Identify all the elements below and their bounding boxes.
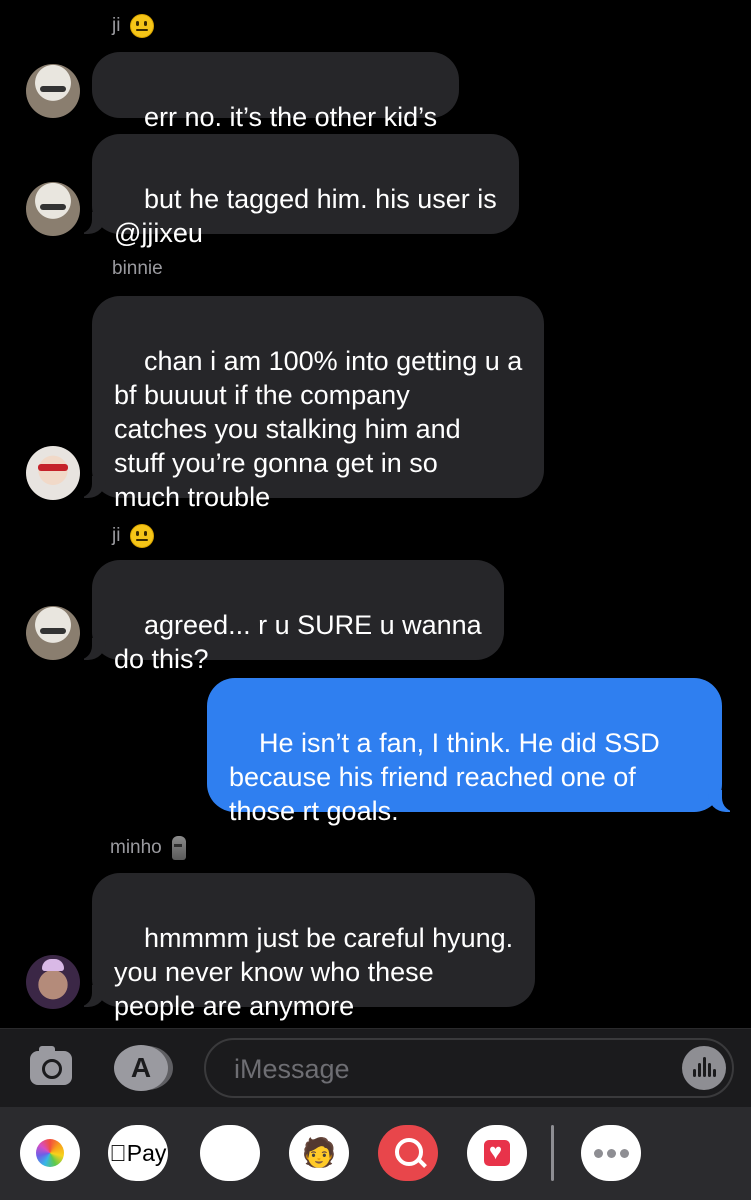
- message-text: but he tagged him. his user is @jjixeu: [114, 184, 497, 248]
- image-search-icon[interactable]: [378, 1125, 438, 1181]
- sender-label: ji: [112, 524, 155, 548]
- message-bubble[interactable]: agreed... r u SURE u wanna do this?: [92, 560, 504, 674]
- moai-emoji-icon: [171, 836, 186, 860]
- message-text: He isn’t a fan, I think. He did SSD beca…: [229, 728, 660, 826]
- app-store-icon[interactable]: A: [114, 1045, 168, 1091]
- outgoing-message-bubble[interactable]: He isn’t a fan, I think. He did SSD beca…: [207, 678, 722, 826]
- avatar-ji[interactable]: [26, 64, 80, 118]
- sender-label: ji: [112, 14, 155, 38]
- messages-screen: ji err no. it’s the other kid’s but he t…: [0, 0, 751, 1200]
- message-bubble[interactable]: chan i am 100% into getting u a bf buuuu…: [92, 296, 545, 512]
- sender-name: minho: [110, 837, 162, 859]
- animoji-icon[interactable]: 🐵: [200, 1125, 260, 1181]
- neutral-face-emoji-icon: [130, 524, 155, 548]
- more-icon[interactable]: [581, 1125, 641, 1181]
- tray-divider: [551, 1125, 554, 1181]
- photos-icon[interactable]: [20, 1125, 80, 1181]
- bubble-tail: [74, 472, 106, 498]
- sender-label: minho: [110, 836, 186, 860]
- neutral-face-emoji-icon: [130, 14, 155, 38]
- avatar-ji[interactable]: [26, 182, 80, 236]
- apple-pay-label: Pay: [110, 1140, 167, 1166]
- camera-icon[interactable]: [30, 1046, 72, 1085]
- sender-name: ji: [112, 15, 121, 37]
- bubble-tail: [74, 208, 106, 234]
- compose-bar: A iMessage: [0, 1028, 751, 1107]
- message-bubble[interactable]: err no. it’s the other kid’s: [92, 52, 460, 132]
- message-text: agreed... r u SURE u wanna do this?: [114, 610, 482, 674]
- message-text: hmmmm just be careful hyung. you never k…: [114, 923, 514, 1021]
- message-bubble[interactable]: hmmmm just be careful hyung. you never k…: [92, 873, 536, 1021]
- message-text: chan i am 100% into getting u a bf buuuu…: [114, 346, 523, 512]
- message-text: err no. it’s the other kid’s: [144, 102, 438, 132]
- bubble-tail: [74, 981, 106, 1007]
- memoji-icon[interactable]: 🧑: [289, 1125, 349, 1181]
- sender-name: ji: [112, 525, 121, 547]
- sender-name: binnie: [112, 258, 163, 279]
- avatar-binnie[interactable]: [26, 446, 80, 500]
- imessage-input[interactable]: iMessage: [204, 1038, 734, 1098]
- audio-waveform-icon[interactable]: [682, 1046, 726, 1090]
- imessage-placeholder: iMessage: [234, 1054, 350, 1084]
- avatar-minho[interactable]: [26, 955, 80, 1009]
- message-bubble[interactable]: but he tagged him. his user is @jjixeu: [92, 134, 519, 248]
- bubble-tail: [74, 634, 106, 660]
- sender-label: binnie: [112, 258, 163, 280]
- apple-pay-icon[interactable]: Pay: [108, 1125, 168, 1181]
- app-drawer: Pay 🐵 🧑 ♥: [0, 1107, 751, 1200]
- heart-app-icon[interactable]: ♥: [467, 1125, 527, 1181]
- avatar-ji[interactable]: [26, 606, 80, 660]
- bubble-tail: [708, 786, 740, 812]
